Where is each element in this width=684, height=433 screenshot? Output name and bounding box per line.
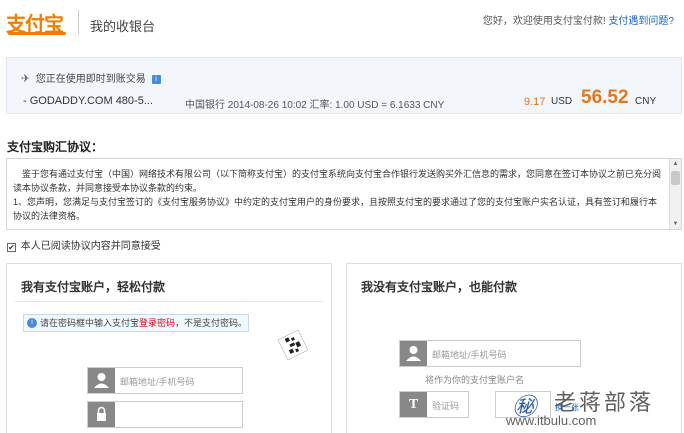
greeting-text: 您好，欢迎使用支付宝付款! bbox=[482, 16, 606, 27]
agreement-consent[interactable]: ✔ 本人已阅读协议内容并同意接受 bbox=[7, 237, 161, 252]
tip-highlight: 登录密码 bbox=[139, 318, 176, 328]
qr-code-icon[interactable] bbox=[278, 330, 308, 360]
user-icon bbox=[400, 341, 427, 366]
page-header: 支付宝 我的收银台 您好，欢迎使用支付宝付款! 支付遇到问题? bbox=[0, 0, 684, 44]
currency-cny: CNY bbox=[635, 96, 657, 107]
user-icon bbox=[88, 368, 115, 393]
login-panel: 我有支付宝账户，轻松付款 i 请在密码框中输入支付宝登录密码，不是支付密码。 邮… bbox=[6, 263, 332, 433]
agreement-checkbox[interactable]: ✔ bbox=[7, 243, 16, 252]
agreement-paragraph-1: 鉴于您有通过支付宝（中国）网络技术有限公司（以下简称支付宝）的支付宝系统向支付宝… bbox=[13, 169, 662, 193]
tip-prefix: 请在密码框中输入支付宝 bbox=[40, 318, 140, 328]
agreement-scrollbar[interactable]: ▲ ▼ bbox=[669, 159, 681, 229]
agreement-checkbox-label: 本人已阅读协议内容并同意接受 bbox=[20, 241, 161, 252]
amount-cny: 56.52 bbox=[581, 87, 629, 108]
guest-account-input[interactable]: 邮箱地址/手机号码 bbox=[399, 340, 581, 367]
login-account-input[interactable]: 邮箱地址/手机号码 bbox=[87, 367, 243, 394]
info-circle-icon: i bbox=[27, 318, 37, 328]
text-icon: T bbox=[400, 392, 427, 417]
login-panel-title: 我有支付宝账户，轻松付款 bbox=[21, 280, 166, 294]
order-summary: ✈ 您正在使用即时到账交易 i - GODADDY.COM 480-5... 中… bbox=[6, 57, 682, 114]
info-icon[interactable]: i bbox=[151, 75, 161, 84]
trade-notice-text: 您正在使用即时到账交易 bbox=[35, 74, 146, 85]
guest-panel-title: 我没有支付宝账户，也能付款 bbox=[361, 280, 518, 294]
agreement-title: 支付宝购汇协议： bbox=[7, 140, 104, 154]
alipay-logo[interactable]: 支付宝 bbox=[6, 8, 66, 37]
site-watermark: ㊙ 老蒋部落 www.itbulu.com bbox=[506, 383, 684, 433]
watermark-url: www.itbulu.com bbox=[506, 413, 597, 428]
password-tip: i 请在密码框中输入支付宝登录密码，不是支付密码。 bbox=[23, 314, 249, 332]
bank-rate-info: 中国银行 2014-08-26 10:02 汇率: 1.00 USD = 6.1… bbox=[185, 100, 445, 111]
amount-usd: 9.17 bbox=[524, 96, 546, 108]
scroll-down-icon[interactable]: ▼ bbox=[670, 219, 681, 229]
tip-suffix: ，不是支付密码。 bbox=[175, 318, 248, 328]
agreement-text: 鉴于您有通过支付宝（中国）网络技术有限公司（以下简称支付宝）的支付宝系统向支付宝… bbox=[13, 167, 665, 223]
plane-icon: ✈ bbox=[21, 73, 31, 85]
agreement-box[interactable]: 鉴于您有通过支付宝（中国）网络技术有限公司（以下简称支付宝）的支付宝系统向支付宝… bbox=[6, 158, 682, 230]
agreement-paragraph-2: 1、您声明，您满足与支付宝签订的《支付宝服务协议》中约定的支付宝用户的身份要求，… bbox=[13, 197, 658, 221]
captcha-input[interactable]: T 验证码 bbox=[399, 391, 469, 418]
trade-notice: ✈ 您正在使用即时到账交易 i bbox=[21, 70, 161, 85]
lock-icon bbox=[88, 402, 115, 427]
page-title: 我的收银台 bbox=[90, 19, 156, 34]
guest-account-placeholder: 邮箱地址/手机号码 bbox=[432, 350, 507, 360]
login-password-input[interactable] bbox=[87, 401, 243, 428]
panel-divider bbox=[15, 301, 323, 302]
login-account-placeholder: 邮箱地址/手机号码 bbox=[120, 377, 195, 387]
merchant-name: - GODADDY.COM 480-5... bbox=[23, 95, 153, 107]
header-divider bbox=[78, 10, 79, 34]
captcha-placeholder: 验证码 bbox=[432, 401, 460, 411]
header-greeting: 您好，欢迎使用支付宝付款! 支付遇到问题? bbox=[483, 12, 674, 27]
scroll-up-icon[interactable]: ▲ bbox=[670, 159, 681, 169]
help-link[interactable]: 支付遇到问题? bbox=[608, 16, 674, 27]
currency-usd: USD bbox=[551, 96, 573, 107]
scroll-thumb[interactable] bbox=[671, 171, 680, 185]
